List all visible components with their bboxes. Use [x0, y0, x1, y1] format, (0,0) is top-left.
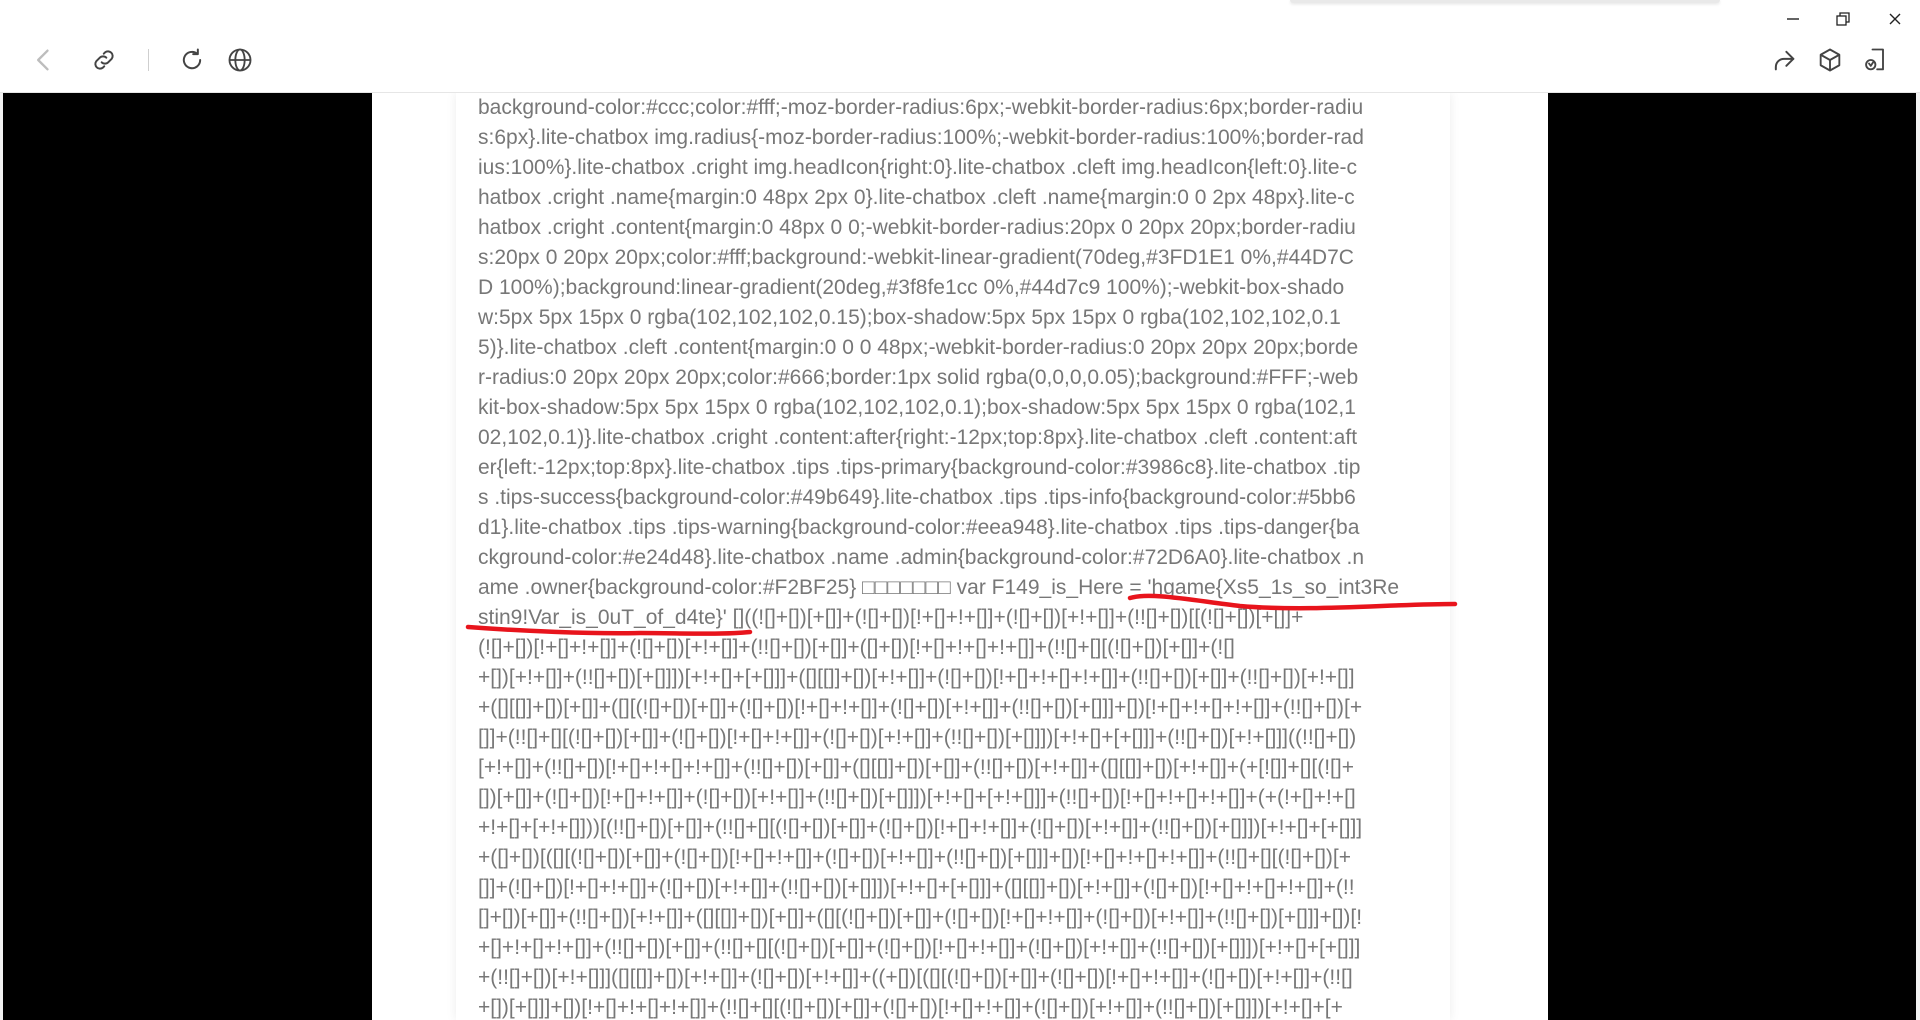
- open-in-browser-button[interactable]: [220, 40, 260, 80]
- left-black-margin: [3, 93, 372, 1020]
- document-line: s:20px 0 20px 20px;color:#fff;background…: [478, 246, 1354, 269]
- title-bar-tab-strip: [1290, 0, 1720, 3]
- minimize-icon: [1787, 18, 1799, 20]
- document-line: w:5px 5px 15px 0 rgba(102,102,102,0.15);…: [478, 306, 1341, 329]
- document-line: s:6px}.lite-chatbox img.radius{-moz-bord…: [478, 126, 1364, 149]
- globe-icon: [228, 48, 252, 72]
- browser-toolbar: [0, 0, 1920, 93]
- document-line: +[])[+!+[]]+(!![]+[])[+[]]])[+!+[]+[+[]]…: [478, 666, 1355, 689]
- document-line: stin9!Var_is_0uT_of_d4te}' []((![]+[])[+…: [478, 606, 1304, 629]
- document-line: d1}.lite-chatbox .tips .tips-warning{bac…: [478, 516, 1360, 539]
- close-icon: [1889, 13, 1901, 25]
- back-arrow-icon: [37, 49, 49, 71]
- document-line: +(!![]+[])[+!+[]]]([][[]]+[])[+!+[]]+(![…: [478, 966, 1353, 989]
- document-line: []]+(![]+[])[!+[]+!+[]]+(![]+[])[+!+[]]+…: [478, 876, 1355, 899]
- restore-button[interactable]: [1820, 2, 1866, 36]
- document-line: r-radius:0 20px 20px 20px;color:#666;bor…: [478, 366, 1359, 389]
- refresh-icon: [182, 48, 202, 70]
- toolbar-divider: [148, 49, 149, 71]
- document-line: [])[+[]]+(![]+[])[!+[]+!+[]]+(![]+[])[+!…: [478, 786, 1356, 809]
- document-line: er{left:-12px;top:8px}.lite-chatbox .tip…: [478, 456, 1361, 479]
- document-line: background-color:#ccc;color:#fff;-moz-bo…: [478, 96, 1364, 119]
- document-line: 5)}.lite-chatbox .cleft .content{margin:…: [478, 336, 1359, 359]
- document-line: []+[])[+[]]+(!![]+[])[+!+[]]+([][[]]+[])…: [478, 906, 1363, 929]
- link-icon: [94, 50, 114, 70]
- minimize-button[interactable]: [1770, 2, 1816, 36]
- document-line: D 100%);background:linear-gradient(20deg…: [478, 276, 1345, 299]
- document-line: 02,102,0.1)}.lite-chatbox .cright .conte…: [478, 426, 1358, 449]
- right-black-margin: [1548, 93, 1916, 1020]
- viewport-right-edge: [1916, 93, 1920, 1020]
- reader-mode-icon: [1865, 48, 1884, 71]
- back-button[interactable]: [24, 40, 64, 80]
- close-button[interactable]: [1872, 2, 1918, 36]
- document-line: ame .owner{background-color:#F2BF25} □□□…: [478, 576, 1400, 599]
- document-line: (![]+[])[!+[]+!+[]]+(![]+[])[+!+[]]+(!![…: [478, 636, 1235, 659]
- document-line: [+!+[]]+(!![]+[])[!+[]+!+[]+!+[]]+(!![]+…: [478, 756, 1354, 779]
- share-icon: [1774, 50, 1795, 71]
- reader-mode-button[interactable]: [1856, 40, 1896, 80]
- document-line: +([][[]]+[])[+[]]+([][(![]+[])[+[]]+(![]…: [478, 696, 1363, 719]
- mini-program-button[interactable]: [1810, 40, 1850, 80]
- document-line: +!+[]+[+!+[]]))[(!![]+[])[+[]]+(!![]+[][…: [478, 816, 1363, 839]
- restore-icon: [1836, 12, 1850, 26]
- document-line: []]+(!![]+[][(![]+[])[+[]]+(![]+[])[!+[]…: [478, 726, 1357, 749]
- document-line: hatbox .cright .name{margin:0 48px 2px 0…: [478, 186, 1355, 209]
- page-viewport[interactable]: background-color:#ccc;color:#fff;-moz-bo…: [0, 93, 1920, 1020]
- document-text: background-color:#ccc;color:#fff;-moz-bo…: [478, 93, 1430, 1020]
- document-line: +[]+!+[]+!+[]]+(!![]+[])[+[]]+(!![]+[][(…: [478, 936, 1361, 959]
- document-line: ius:100%}.lite-chatbox .cright img.headI…: [478, 156, 1358, 179]
- document-line: ckground-color:#e24d48}.lite-chatbox .na…: [478, 546, 1365, 569]
- copy-link-button[interactable]: [84, 40, 124, 80]
- document-line: kit-box-shadow:5px 5px 15px 0 rgba(102,1…: [478, 396, 1356, 419]
- document-line: s .tips-success{background-color:#49b649…: [478, 486, 1356, 509]
- document-line: +([]+[])[([][(![]+[])[+[]]+(![]+[])[!+[]…: [478, 846, 1352, 869]
- refresh-button[interactable]: [172, 40, 212, 80]
- share-button[interactable]: [1764, 40, 1804, 80]
- document-line: +[])[+[]]]+[])[!+[]+!+[]+!+[]]+(!![]+[][…: [478, 996, 1343, 1019]
- document-line: hatbox .cright .content{margin:0 48px 0 …: [478, 216, 1356, 239]
- cube-icon: [1819, 48, 1841, 72]
